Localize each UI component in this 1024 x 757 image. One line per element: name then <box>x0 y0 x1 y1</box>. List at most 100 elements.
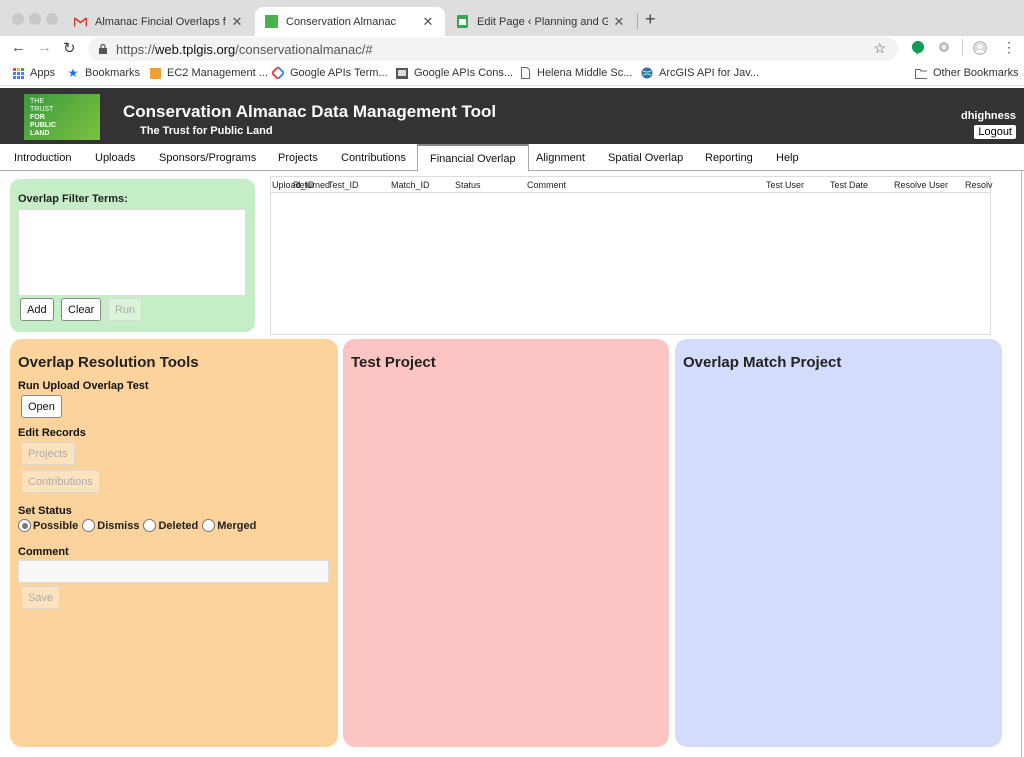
browser-tab-active[interactable]: Conservation Almanac ✕ <box>255 7 445 36</box>
app-nav: Introduction Uploads Sponsors/Programs P… <box>0 144 1024 172</box>
gmail-icon <box>74 15 87 28</box>
tab-financial-overlap[interactable]: Financial Overlap <box>417 144 529 172</box>
tab-help[interactable]: Help <box>764 144 811 171</box>
logo-line: THE <box>30 98 44 105</box>
browser-tab[interactable]: Edit Page ‹ Planning and GIS — ✕ <box>446 7 636 36</box>
extension-icon[interactable] <box>938 41 950 56</box>
bookmark-label: Other Bookmarks <box>933 67 1019 79</box>
sheets-icon <box>456 15 469 28</box>
app-subtitle: The Trust for Public Land <box>140 125 273 137</box>
grid-col-resolve-user[interactable]: Resolve User <box>894 180 948 190</box>
grid-col-match-id[interactable]: Match_ID <box>391 180 430 190</box>
bookmark-label: EC2 Management ... <box>167 67 268 79</box>
address-bar[interactable]: https://web.tplgis.org/conservationalman… <box>88 37 898 61</box>
tab-reporting[interactable]: Reporting <box>693 144 765 171</box>
tpl-logo-icon <box>265 15 278 28</box>
open-button[interactable]: Open <box>21 395 62 418</box>
bookmark-other[interactable]: Other Bookmarks <box>915 67 1019 79</box>
bookmark-ec2[interactable]: EC2 Management ... <box>149 67 268 79</box>
bookmark-label: ArcGIS API for Jav... <box>659 67 760 79</box>
test-project-panel: Test Project <box>343 339 669 747</box>
forward-icon[interactable]: → <box>37 39 52 56</box>
set-status-label: Set Status <box>18 505 72 517</box>
logout-button[interactable]: Logout <box>974 125 1016 139</box>
new-tab-icon[interactable]: + <box>645 9 656 30</box>
status-radio-deleted[interactable]: Deleted <box>143 519 198 532</box>
overlap-filter-label: Overlap Filter Terms: <box>18 193 128 205</box>
comment-label: Comment <box>18 546 69 558</box>
app-header: THE TRUST FOR PUBLIC LAND Conservation A… <box>0 88 1024 144</box>
radio-button[interactable] <box>143 519 157 532</box>
save-button[interactable]: Save <box>21 586 61 609</box>
window-minimize-dot[interactable] <box>29 13 41 25</box>
grid-col-status[interactable]: Status <box>455 180 481 190</box>
radio-button[interactable] <box>202 519 216 532</box>
grid-col-test-id[interactable]: Test_ID <box>328 180 359 190</box>
browser-tab[interactable]: Almanac Fincial Overlaps funct ✕ <box>64 7 254 36</box>
clear-button[interactable]: Clear <box>61 298 102 321</box>
browser-tab-title: Almanac Fincial Overlaps funct <box>95 15 226 28</box>
kebab-menu-icon[interactable]: ⋮ <box>1002 39 1016 56</box>
tab-contributions[interactable]: Contributions <box>329 144 418 171</box>
bookmark-google-apis-terms[interactable]: Google APIs Term... <box>272 67 388 79</box>
bookmark-arcgis[interactable]: ArcGIS API for Jav... <box>641 67 759 79</box>
back-icon[interactable]: ← <box>11 39 26 56</box>
profile-avatar-icon[interactable] <box>973 41 987 58</box>
overlap-filter-input[interactable] <box>18 209 246 296</box>
logo-line: TRUST <box>30 106 54 113</box>
test-project-title: Test Project <box>351 354 436 371</box>
projects-button[interactable]: Projects <box>21 442 75 465</box>
close-icon[interactable]: ✕ <box>612 14 626 30</box>
radio-button[interactable] <box>18 519 31 532</box>
globe-icon <box>641 67 653 79</box>
content-border <box>1021 171 1022 757</box>
url-path: /conservationalmanac/# <box>235 41 373 57</box>
tpl-logo: THE TRUST FOR PUBLIC LAND <box>24 94 100 140</box>
grid-col-test-date[interactable]: Test Date <box>830 180 868 190</box>
bookmark-apps[interactable]: Apps <box>12 67 55 79</box>
bookmark-helena[interactable]: Helena Middle Sc... <box>519 67 632 79</box>
browser-toolbar: ← → ↻ https://web.tplgis.org/conservatio… <box>0 36 1024 62</box>
bookmark-label: Google APIs Term... <box>290 67 388 79</box>
run-button[interactable]: Run <box>108 298 143 321</box>
bookmark-google-apis-console[interactable]: Google APIs Cons... <box>396 67 513 79</box>
grid-col-comment[interactable]: Comment <box>527 180 566 190</box>
overlap-results-grid[interactable]: Upload_ID Returned Test_ID Match_ID Stat… <box>270 176 993 335</box>
tab-sponsors-programs[interactable]: Sponsors/Programs <box>147 144 268 171</box>
grid-col-test-user[interactable]: Test User <box>766 180 804 190</box>
bookmarks-bar: Apps ★ Bookmarks EC2 Management ... Goog… <box>0 62 1024 86</box>
bookmark-bookmarks[interactable]: ★ Bookmarks <box>67 66 140 80</box>
lock-icon <box>99 44 107 54</box>
browser-tab-title: Conservation Almanac <box>286 15 397 28</box>
folder-icon <box>915 67 927 79</box>
logo-line: FOR <box>30 114 45 121</box>
overlap-resolution-title: Overlap Resolution Tools <box>18 354 199 371</box>
apps-grid-icon <box>12 67 24 79</box>
status-radio-possible[interactable]: Possible <box>18 519 78 532</box>
tab-projects[interactable]: Projects <box>266 144 330 171</box>
overlap-match-project-panel: Overlap Match Project <box>675 339 1002 747</box>
status-radio-dismiss[interactable]: Dismiss <box>82 519 139 532</box>
tab-spatial-overlap[interactable]: Spatial Overlap <box>596 144 695 171</box>
radio-button[interactable] <box>82 519 96 532</box>
add-button[interactable]: Add <box>20 298 54 321</box>
reload-icon[interactable]: ↻ <box>63 39 76 57</box>
tab-uploads[interactable]: Uploads <box>83 144 147 171</box>
contributions-button[interactable]: Contributions <box>21 470 100 493</box>
browser-tab-title: Edit Page ‹ Planning and GIS — <box>477 15 608 28</box>
hangouts-extension-icon[interactable] <box>911 41 924 58</box>
grid-col-resolve-date[interactable]: Resolv <box>965 180 993 190</box>
tab-alignment[interactable]: Alignment <box>524 144 597 171</box>
overlap-filter-panel: Overlap Filter Terms: Add Clear Run <box>10 179 255 332</box>
app-title: Conservation Almanac Data Management Too… <box>123 102 497 121</box>
window-zoom-dot[interactable] <box>46 13 58 25</box>
url-scheme: https:// <box>116 41 156 57</box>
tab-introduction[interactable]: Introduction <box>2 144 83 171</box>
close-icon[interactable]: ✕ <box>230 14 244 30</box>
bookmark-star-icon[interactable]: ☆ <box>873 40 886 57</box>
status-radio-merged[interactable]: Merged <box>202 519 256 532</box>
window-close-dot[interactable] <box>12 13 24 25</box>
comment-input[interactable] <box>18 560 329 583</box>
grid-col-returned[interactable]: Returned <box>293 180 330 190</box>
close-icon[interactable]: ✕ <box>421 14 435 30</box>
